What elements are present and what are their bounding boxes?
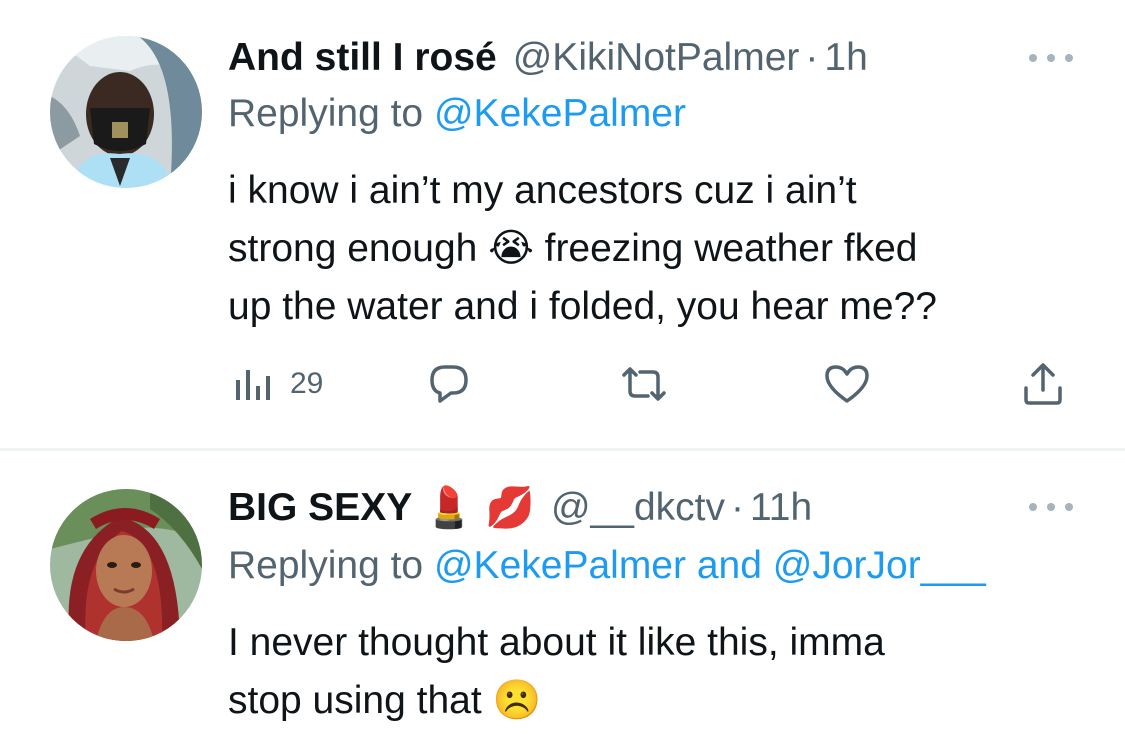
like-button[interactable] (823, 358, 871, 410)
mention-link[interactable]: @JorJor___ (773, 544, 986, 587)
views-icon (236, 370, 270, 400)
tweet[interactable]: BIG SEXY 💄 💋 @__dkctv · 11h Replying to … (0, 451, 1125, 741)
avatar-image (50, 489, 202, 641)
tweet-header: And still I rosé @KikiNotPalmer · 1h (228, 33, 868, 83)
mention-link[interactable]: @KekePalmer (434, 92, 686, 135)
separator-dot: · (805, 36, 819, 79)
retweet-icon (622, 367, 666, 401)
timestamp[interactable]: 11h (750, 486, 812, 530)
tweet-text: I never thought about it like this, imma… (228, 614, 1078, 730)
tweet-text-line: I never thought about it like this, imma (228, 621, 885, 664)
mention-link[interactable]: @KekePalmer (434, 544, 686, 587)
retweet-button[interactable] (618, 358, 670, 410)
name-emojis: 💄 💋 (424, 486, 535, 530)
tweet-text-line: stop using that ☹️ (228, 679, 542, 722)
display-name[interactable]: And still I rosé (228, 36, 497, 80)
share-button[interactable] (1021, 358, 1065, 410)
tweet-text: i know i ain’t my ancestors cuz i ain’t … (228, 162, 1078, 336)
user-handle[interactable]: @KikiNotPalmer (513, 36, 800, 80)
user-handle[interactable]: @__dkctv (551, 486, 725, 530)
tweet[interactable]: And still I rosé @KikiNotPalmer · 1h Rep… (0, 0, 1125, 448)
timestamp[interactable]: 1h (824, 36, 867, 80)
reply-icon (430, 365, 468, 403)
action-bar: 29 (228, 358, 1078, 410)
like-icon (825, 365, 869, 403)
views-count: 29 (290, 367, 324, 400)
replying-to: Replying to @KekePalmer and @JorJor___ (228, 544, 986, 588)
tweet-header: BIG SEXY 💄 💋 @__dkctv · 11h (228, 483, 812, 533)
tweet-text-line: up the water and i folded, you hear me?? (228, 285, 937, 328)
views-button[interactable]: 29 (232, 358, 323, 410)
replying-prefix: Replying to (228, 92, 424, 135)
separator-dot: · (730, 486, 744, 529)
tweet-text-line: i know i ain’t my ancestors cuz i ain’t (228, 169, 857, 212)
replying-to: Replying to @KekePalmer (228, 92, 686, 136)
share-icon (1024, 363, 1062, 405)
more-icon[interactable] (1029, 48, 1073, 68)
more-icon[interactable] (1029, 497, 1073, 517)
avatar[interactable] (50, 489, 202, 641)
avatar-image (50, 36, 202, 188)
display-name[interactable]: BIG SEXY (228, 486, 412, 530)
reply-button[interactable] (426, 358, 472, 410)
avatar[interactable] (50, 36, 202, 188)
tweet-text-line: strong enough 😭 freezing weather fked (228, 227, 918, 270)
replying-prefix: Replying to (228, 544, 424, 587)
replying-and: and (696, 544, 762, 587)
